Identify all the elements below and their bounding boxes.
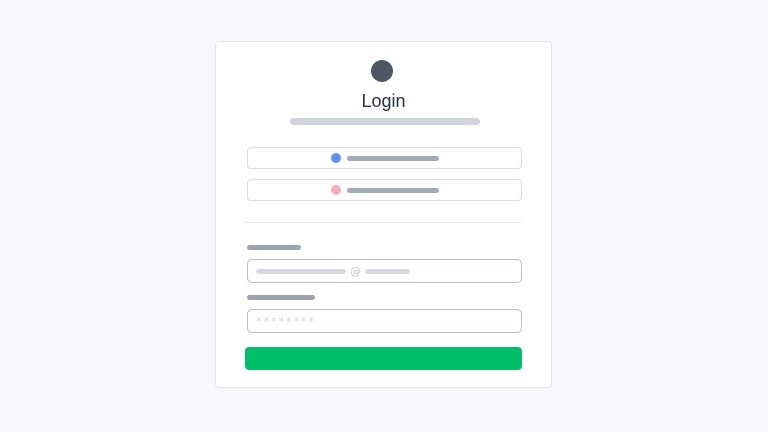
divider: [245, 222, 521, 223]
submit-button[interactable]: [245, 347, 522, 370]
subtitle-placeholder: [290, 118, 480, 125]
login-card: Login @ ********: [215, 41, 552, 388]
at-sign: @: [350, 264, 361, 278]
page-title: Login: [361, 91, 406, 111]
email-field[interactable]: @: [247, 259, 522, 283]
email-placeholder-local: [256, 268, 346, 274]
provider-icon: [330, 185, 341, 195]
password-field[interactable]: ********: [247, 309, 522, 333]
social-login-label-placeholder: [346, 187, 439, 193]
email-placeholder-domain: [365, 268, 410, 274]
social-login-button-secondary[interactable]: [247, 179, 522, 201]
social-login-button-primary[interactable]: [247, 147, 522, 169]
password-label-placeholder: [247, 295, 315, 300]
password-mask: ********: [256, 314, 316, 328]
google-icon: [330, 153, 341, 163]
email-label-placeholder: [247, 245, 301, 250]
logo-icon: [371, 60, 393, 82]
social-login-label-placeholder: [346, 155, 439, 161]
